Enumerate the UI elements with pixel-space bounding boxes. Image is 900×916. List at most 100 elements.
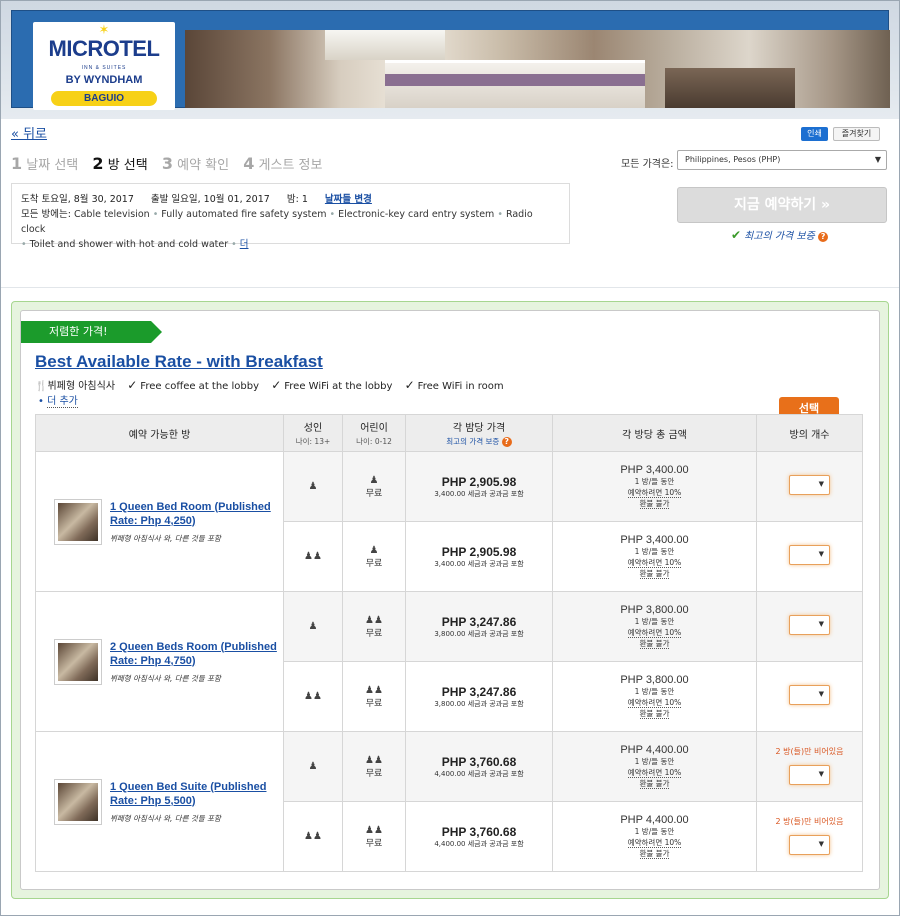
nightly-price-note: 3,800.00 세금과 공과금 포함	[434, 699, 524, 708]
room-name-link[interactable]: 2 Queen Beds Room (Published Rate: Php 4…	[110, 640, 280, 668]
total-price: PHP 3,400.00	[620, 464, 689, 476]
step-4: 4 게스트 정보	[243, 154, 323, 173]
print-button[interactable]: 인쇄	[801, 127, 828, 141]
amenity: Toilet and shower with hot and cold wate…	[29, 239, 229, 250]
refund-info[interactable]: 환불 불가	[639, 709, 670, 719]
room-qty-select[interactable]: ▼	[789, 764, 830, 785]
room-qty-select[interactable]: ▼	[789, 834, 830, 855]
single-person-icon: ♟	[308, 621, 318, 632]
page: ✶ MICROTEL INN & SUITES BY WYNDHAM BAGUI…	[0, 0, 900, 916]
favorite-button[interactable]: 즐겨찾기	[833, 127, 880, 141]
room-qty-select[interactable]: ▼	[789, 545, 830, 565]
room-cell: 1 Queen Bed Suite (Published Rate: Php 5…	[35, 731, 284, 872]
chevron-down-icon: ▼	[818, 690, 824, 698]
refund-info[interactable]: 환불 불가	[639, 569, 670, 579]
two-people-icon: ♟♟	[365, 614, 383, 626]
nightly-price: PHP 2,905.98	[441, 474, 517, 489]
check-icon: ✓	[127, 378, 138, 392]
more-features[interactable]: • 더 추가	[38, 392, 78, 408]
nightly-price: PHP 2,905.98	[441, 544, 517, 559]
rate-features: 🍴뷔페형 아침식사 ✓ Free coffee at the lobby ✓ Fre…	[35, 377, 513, 392]
per-room-label: 1 방/들 동안	[634, 477, 675, 486]
room-cell: 2 Queen Beds Room (Published Rate: Php 4…	[35, 591, 284, 732]
free-label: 무료	[365, 698, 383, 709]
single-person-icon: ♟	[308, 761, 318, 772]
free-label: 무료	[365, 768, 383, 779]
logo-brand: MICROTEL	[48, 36, 160, 61]
total-price: PHP 4,400.00	[620, 744, 689, 756]
two-people-icon: ♟♟	[304, 831, 322, 842]
rate-title[interactable]: Best Available Rate - with Breakfast	[35, 352, 323, 372]
best-rate-guarantee[interactable]: ✔ 최고의 가격 보증 ?	[731, 227, 829, 242]
room-qty-select[interactable]: ▼	[789, 685, 830, 705]
step-2: 2 방 선택	[92, 154, 148, 173]
table-row: 1 Queen Bed Room (Published Rate: Php 4,…	[35, 451, 863, 592]
free-label: 무료	[365, 558, 383, 569]
free-label: 무료	[365, 838, 383, 849]
nights-count: 밤: 1	[286, 194, 308, 205]
check-icon: ✓	[404, 378, 415, 392]
rooms-table: 예약 가능한 방 성인 나이: 13+ 어린이 나이: 0-12 각 밤당 가격 최고…	[35, 414, 863, 872]
single-person-icon: ♟	[369, 474, 379, 486]
fork-knife-icon: 🍴	[35, 381, 48, 392]
header-children: 어린이 나이: 0-12	[342, 414, 406, 452]
per-room-label: 1 방/들 동안	[634, 687, 675, 696]
nightly-price-note: 3,800.00 세금과 공과금 포함	[434, 629, 524, 638]
header-nightly: 각 밤당 가격 최고의 가격 보증 ?	[405, 414, 553, 452]
room-qty-select[interactable]: ▼	[789, 475, 830, 495]
change-dates-link[interactable]: 날짜들 변경	[325, 194, 372, 205]
chevron-down-icon: ▼	[818, 839, 824, 848]
help-icon[interactable]: ?	[818, 232, 829, 242]
refund-info[interactable]: 환불 불가	[639, 639, 670, 649]
two-people-icon: ♟♟	[365, 754, 383, 766]
hotel-logo[interactable]: ✶ MICROTEL INN & SUITES BY WYNDHAM BAGUI…	[33, 22, 175, 110]
currency-select[interactable]: Philippines, Pesos (PHP) ▼	[677, 150, 887, 170]
total-price: PHP 3,800.00	[620, 604, 689, 616]
deposit-info[interactable]: 예약하려면 10%	[627, 488, 682, 498]
availability-note: 2 방(들)만 비어있음	[775, 816, 844, 826]
single-person-icon: ♟	[369, 544, 379, 556]
logo-sub: INN & SUITES	[81, 65, 127, 71]
deposit-info[interactable]: 예약하려면 10%	[627, 628, 682, 638]
header: ✶ MICROTEL INN & SUITES BY WYNDHAM BAGUI…	[1, 1, 899, 119]
room-thumbnail[interactable]	[54, 498, 102, 545]
chevron-down-icon: ▼	[874, 155, 881, 164]
amenity: Cable television	[73, 209, 150, 220]
nightly-price: PHP 3,247.86	[441, 684, 517, 699]
deposit-info[interactable]: 예약하려면 10%	[627, 838, 682, 848]
header-qty: 방의 개수	[756, 414, 863, 452]
deposit-info[interactable]: 예약하려면 10%	[627, 558, 682, 568]
check-icon: ✔	[731, 228, 742, 242]
refund-info[interactable]: 환불 불가	[639, 499, 670, 509]
refund-info[interactable]: 환불 불가	[639, 779, 670, 789]
feature-wifi-room: Free WiFi in room	[417, 381, 504, 392]
more-amenities-link[interactable]: 더	[240, 239, 249, 250]
nightly-price: PHP 3,760.68	[441, 754, 517, 769]
header-total: 각 방당 총 금액	[552, 414, 757, 452]
header-room: 예약 가능한 방	[35, 414, 284, 452]
refund-info[interactable]: 환불 불가	[639, 849, 670, 859]
two-people-icon: ♟♟	[365, 684, 383, 696]
chevron-down-icon: ▼	[818, 550, 824, 558]
stay-summary: 도착 토요일, 8월 30, 2017 출발 일요일, 10월 01, 2017…	[11, 183, 570, 250]
room-name-link[interactable]: 1 Queen Bed Suite (Published Rate: Php 5…	[110, 780, 280, 808]
book-now-button[interactable]: 지금 예약하기 »	[677, 187, 887, 223]
room-name-link[interactable]: 1 Queen Bed Room (Published Rate: Php 4,…	[110, 500, 280, 528]
room-includes: 뷔페형 아침식사 와, 다른 것들 포함	[110, 813, 221, 823]
help-icon[interactable]: ?	[501, 437, 512, 447]
deposit-info[interactable]: 예약하려면 10%	[627, 698, 682, 708]
room-qty-select[interactable]: ▼	[789, 615, 830, 635]
room-thumbnail[interactable]	[54, 638, 102, 685]
nightly-price: PHP 3,760.68	[441, 824, 517, 839]
nightly-price-note: 4,400.00 세금과 공과금 포함	[434, 769, 524, 778]
room-thumbnail[interactable]	[54, 778, 102, 825]
deposit-info[interactable]: 예약하려면 10%	[627, 768, 682, 778]
two-people-icon: ♟♟	[365, 824, 383, 836]
total-price: PHP 4,400.00	[620, 814, 689, 826]
back-link[interactable]: « 뒤로	[11, 123, 47, 142]
currency-label: 모든 가격은:	[621, 159, 674, 170]
departure-date: 출발 일요일, 10월 01, 2017	[150, 194, 270, 205]
nightly-price-note: 3,400.00 세금과 공과금 포함	[434, 489, 524, 498]
logo-by: BY WYNDHAM	[65, 74, 143, 86]
per-room-label: 1 방/들 동안	[634, 757, 675, 766]
